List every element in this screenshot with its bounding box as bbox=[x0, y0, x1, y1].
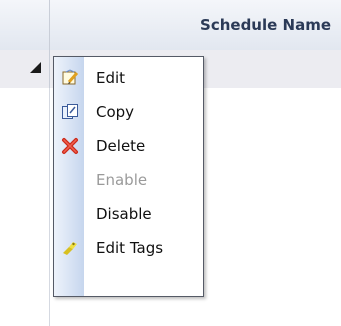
menu-item-label: Edit Tags bbox=[96, 239, 164, 257]
delete-icon bbox=[61, 137, 79, 155]
menu-item-edit[interactable]: Edit bbox=[54, 61, 203, 95]
menu-item-copy[interactable]: Copy bbox=[54, 95, 203, 129]
copy-icon bbox=[61, 103, 79, 121]
menu-item-label: Copy bbox=[96, 103, 135, 121]
edit-icon bbox=[61, 69, 79, 87]
menu-item-label: Enable bbox=[96, 171, 148, 189]
context-menu: Edit Copy Delete Enable Disable Edit Tag… bbox=[53, 56, 204, 297]
menu-item-label: Delete bbox=[96, 137, 146, 155]
grid-header: Schedule Name bbox=[0, 0, 341, 51]
column-divider bbox=[49, 88, 50, 326]
menu-item-edit-tags[interactable]: Edit Tags bbox=[54, 231, 203, 265]
row-indicator-icon bbox=[0, 50, 50, 88]
menu-item-enable[interactable]: Enable bbox=[54, 163, 203, 197]
header-indicator-cell bbox=[0, 0, 50, 50]
menu-item-disable[interactable]: Disable bbox=[54, 197, 203, 231]
menu-item-label: Edit bbox=[96, 69, 126, 87]
column-header-schedule-name[interactable]: Schedule Name bbox=[50, 0, 341, 50]
menu-item-delete[interactable]: Delete bbox=[54, 129, 203, 163]
menu-item-label: Disable bbox=[96, 205, 152, 223]
edit-tags-icon bbox=[61, 239, 79, 257]
